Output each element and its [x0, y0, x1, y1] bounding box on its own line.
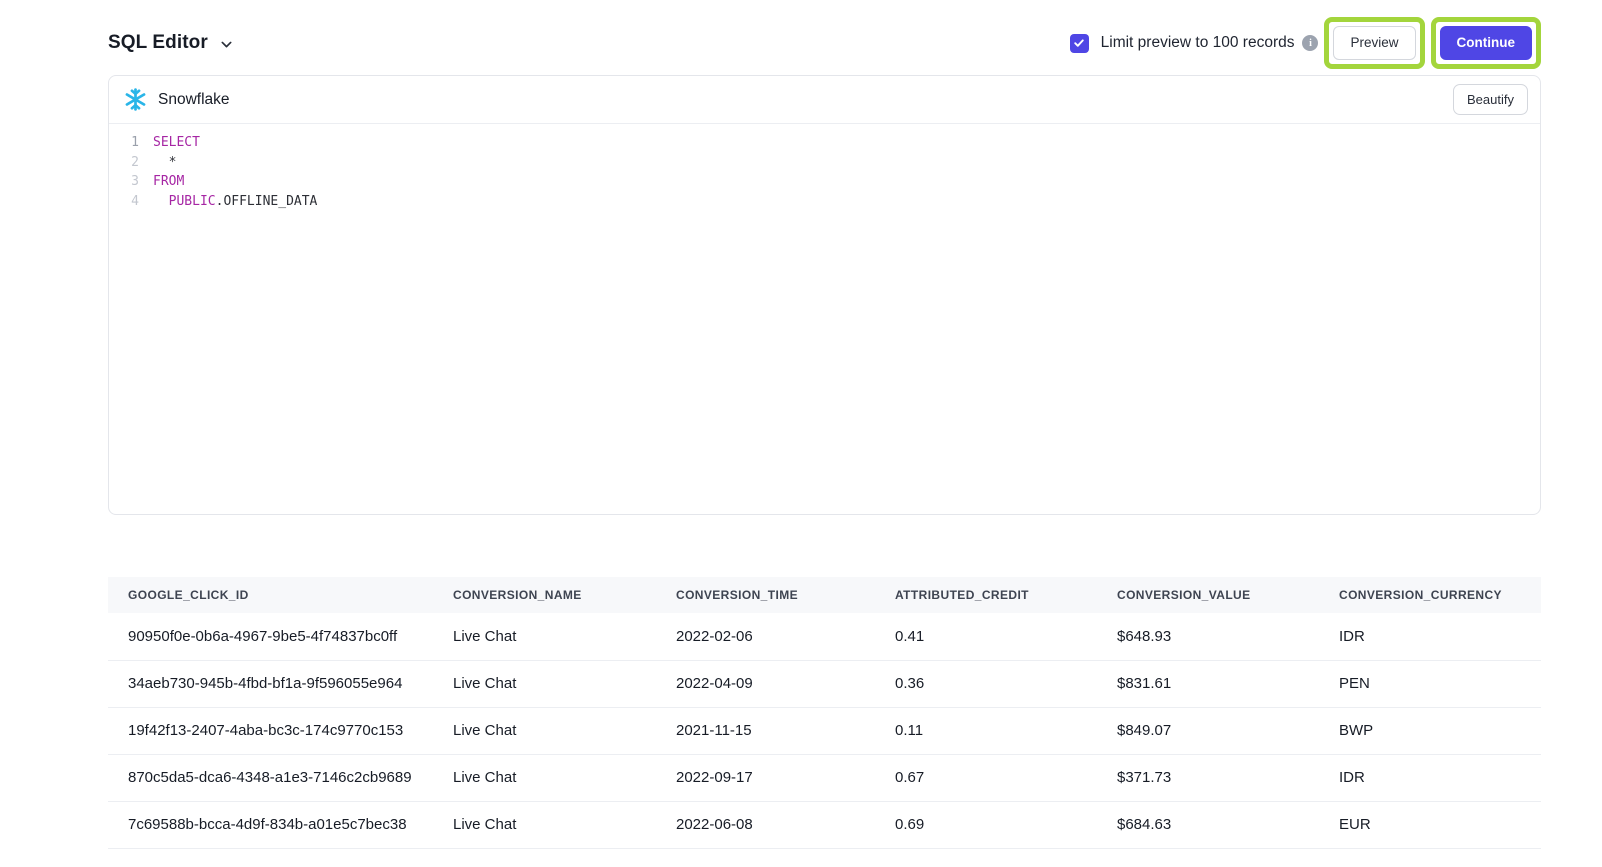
- table-cell: $371.73: [1097, 754, 1319, 801]
- check-icon: [1073, 37, 1085, 49]
- info-icon[interactable]: i: [1302, 35, 1318, 51]
- table-cell: 0.36: [875, 660, 1097, 707]
- table-cell: PEN: [1319, 660, 1541, 707]
- sql-editor-title-dropdown[interactable]: SQL Editor: [108, 32, 233, 54]
- table-row[interactable]: 870c5da5-dca6-4348-a1e3-7146c2cb9689Live…: [108, 754, 1541, 801]
- code-token: *: [153, 155, 176, 170]
- results-table: GOOGLE_CLICK_IDCONVERSION_NAMECONVERSION…: [108, 577, 1541, 849]
- table-cell: Live Chat: [433, 613, 656, 660]
- table-cell: 7c69588b-bcca-4d9f-834b-a01e5c7bec38: [108, 801, 433, 848]
- table-cell: 2022-06-08: [656, 801, 875, 848]
- code-token: PUBLIC: [169, 194, 216, 209]
- table-cell: Live Chat: [433, 707, 656, 754]
- code-line: 1 SELECT: [109, 133, 1540, 153]
- code-line-content: SELECT: [139, 133, 200, 153]
- code-token: SELECT: [153, 135, 200, 150]
- sql-editor-card: Snowflake Beautify 1SELECT2 *3FROM4 PUBL…: [108, 75, 1541, 515]
- table-cell: 2022-02-06: [656, 613, 875, 660]
- editor-header: Snowflake Beautify: [109, 76, 1540, 124]
- table-cell: 19f42f13-2407-4aba-bc3c-174c9770c153: [108, 707, 433, 754]
- connector-info: Snowflake: [123, 87, 230, 112]
- beautify-button[interactable]: Beautify: [1453, 84, 1528, 115]
- code-line: 4 PUBLIC.OFFLINE_DATA: [109, 192, 1540, 212]
- table-cell: 0.69: [875, 801, 1097, 848]
- table-cell: 34aeb730-945b-4fbd-bf1a-9f596055e964: [108, 660, 433, 707]
- preview-annotation-highlight: Preview: [1324, 17, 1424, 69]
- table-header: GOOGLE_CLICK_IDCONVERSION_NAMECONVERSION…: [108, 577, 1541, 613]
- table-cell: 2022-04-09: [656, 660, 875, 707]
- continue-annotation-highlight: Continue: [1431, 17, 1542, 69]
- code-line: 2 *: [109, 153, 1540, 173]
- connector-name: Snowflake: [158, 91, 230, 109]
- table-cell: $648.93: [1097, 613, 1319, 660]
- table-cell: EUR: [1319, 801, 1541, 848]
- table-cell: 90950f0e-0b6a-4967-9be5-4f74837bc0ff: [108, 613, 433, 660]
- line-number: 4: [109, 192, 139, 212]
- table-cell: $684.63: [1097, 801, 1319, 848]
- table-cell: IDR: [1319, 754, 1541, 801]
- continue-button[interactable]: Continue: [1440, 26, 1533, 60]
- table-cell: Live Chat: [433, 660, 656, 707]
- column-header: GOOGLE_CLICK_ID: [108, 577, 433, 613]
- table-cell: Live Chat: [433, 801, 656, 848]
- table-cell: 2022-09-17: [656, 754, 875, 801]
- table-cell: $831.61: [1097, 660, 1319, 707]
- column-header: CONVERSION_VALUE: [1097, 577, 1319, 613]
- table-cell: Live Chat: [433, 754, 656, 801]
- code-line: 3 FROM: [109, 172, 1540, 192]
- chevron-down-icon: [220, 38, 233, 51]
- code-token: [153, 194, 169, 209]
- code-line-content: PUBLIC.OFFLINE_DATA: [139, 192, 317, 212]
- code-line-content: *: [139, 153, 176, 173]
- limit-preview-label: Limit preview to 100 records: [1101, 34, 1295, 52]
- code-line-content: FROM: [139, 172, 184, 192]
- column-header: CONVERSION_TIME: [656, 577, 875, 613]
- table-cell: 0.67: [875, 754, 1097, 801]
- column-header: CONVERSION_NAME: [433, 577, 656, 613]
- column-header: ATTRIBUTED_CREDIT: [875, 577, 1097, 613]
- code-token: FROM: [153, 174, 184, 189]
- code-token: .OFFLINE_DATA: [216, 194, 318, 209]
- line-number: 2: [109, 153, 139, 173]
- column-header: CONVERSION_CURRENCY: [1319, 577, 1541, 613]
- table-cell: $849.07: [1097, 707, 1319, 754]
- table-row[interactable]: 19f42f13-2407-4aba-bc3c-174c9770c153Live…: [108, 707, 1541, 754]
- sql-code-editor[interactable]: 1SELECT2 *3FROM4 PUBLIC.OFFLINE_DATA: [109, 124, 1540, 211]
- table-cell: 0.41: [875, 613, 1097, 660]
- preview-button[interactable]: Preview: [1333, 26, 1415, 60]
- topbar-actions: Limit preview to 100 records i Preview C…: [1070, 17, 1541, 69]
- table-row[interactable]: 7c69588b-bcca-4d9f-834b-a01e5c7bec38Live…: [108, 801, 1541, 848]
- line-number: 1: [109, 133, 139, 153]
- page-title: SQL Editor: [108, 32, 208, 54]
- table-row[interactable]: 90950f0e-0b6a-4967-9be5-4f74837bc0ffLive…: [108, 613, 1541, 660]
- line-number: 3: [109, 172, 139, 192]
- table-cell: IDR: [1319, 613, 1541, 660]
- topbar: SQL Editor Limit preview to 100 records …: [108, 18, 1541, 68]
- limit-preview-checkbox[interactable]: [1070, 34, 1089, 53]
- table-row[interactable]: 34aeb730-945b-4fbd-bf1a-9f596055e964Live…: [108, 660, 1541, 707]
- table-cell: 870c5da5-dca6-4348-a1e3-7146c2cb9689: [108, 754, 433, 801]
- table-cell: BWP: [1319, 707, 1541, 754]
- snowflake-icon: [123, 87, 148, 112]
- table-cell: 2021-11-15: [656, 707, 875, 754]
- table-cell: 0.11: [875, 707, 1097, 754]
